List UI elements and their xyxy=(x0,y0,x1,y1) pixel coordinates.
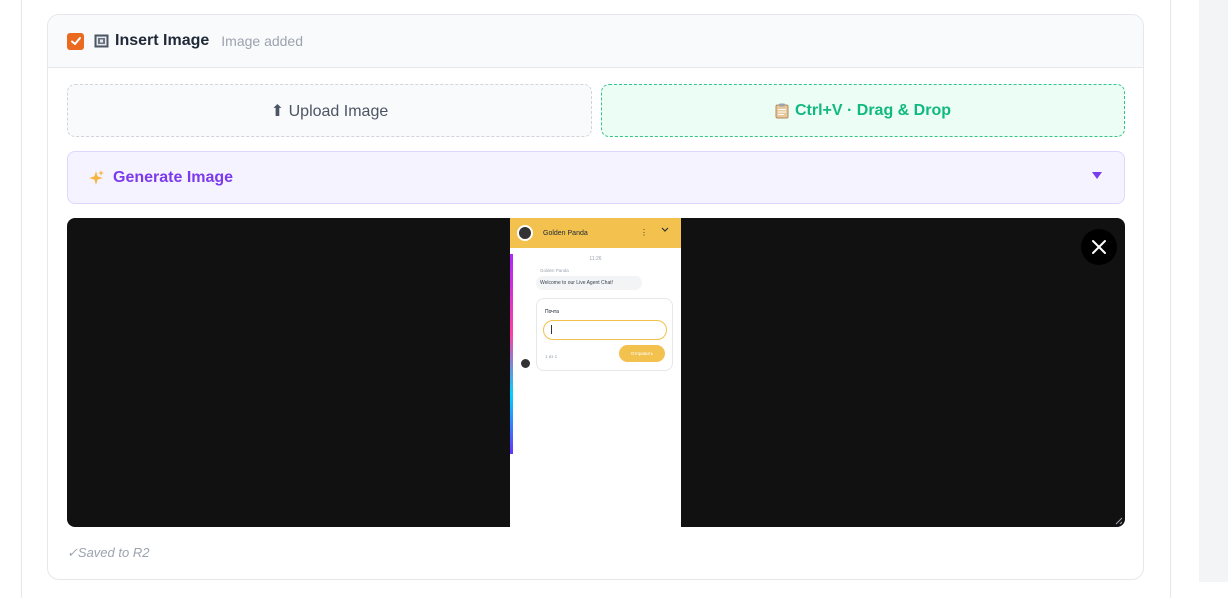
close-icon xyxy=(1092,240,1106,254)
chat-email-field xyxy=(543,320,667,340)
screenshot-edge-strip xyxy=(510,254,513,454)
caret-down-icon xyxy=(1092,172,1102,179)
right-sidebar-gutter xyxy=(1199,0,1228,582)
status-text: Image added xyxy=(221,33,303,49)
chat-avatar xyxy=(520,358,531,369)
image-preview: Golden Panda ⋮ 11:26 Golden Panda Welcom… xyxy=(67,218,1125,527)
remove-image-button[interactable] xyxy=(1081,229,1117,265)
card-header: Insert Image Image added xyxy=(48,15,1143,68)
image-frame-icon xyxy=(94,34,109,48)
chat-send-button: Отправить xyxy=(619,345,665,362)
more-icon: ⋮ xyxy=(640,228,648,237)
saved-status: ✓Saved to R2 xyxy=(67,545,150,560)
resize-handle-icon[interactable] xyxy=(1113,515,1123,525)
insert-image-checkbox[interactable] xyxy=(67,32,84,50)
upload-image-button[interactable]: ⬆ Upload Image xyxy=(67,84,592,137)
chat-send-label: Отправить xyxy=(630,351,654,356)
chat-brand-name: Golden Panda xyxy=(543,229,588,237)
generate-image-toggle[interactable]: Generate Image xyxy=(67,151,1125,204)
insert-image-card: Insert Image Image added ⬆ Upload Image … xyxy=(47,14,1144,580)
chat-step-count: 1 из 1 xyxy=(545,354,558,359)
chat-message-text: Welcome to our Live Agent Chat! xyxy=(540,280,614,286)
preview-screenshot: Golden Panda ⋮ 11:26 Golden Panda Welcom… xyxy=(510,218,681,527)
clipboard-icon xyxy=(775,103,789,119)
chevron-down-icon xyxy=(661,227,669,232)
chat-widget-header: Golden Panda ⋮ xyxy=(510,218,681,248)
upload-options-row: ⬆ Upload Image Ctrl+V · Drag & Drop xyxy=(67,84,1125,137)
generate-image-label: Generate Image xyxy=(113,168,234,186)
section-title: Insert Image xyxy=(115,32,210,49)
upload-label: ⬆ Upload Image xyxy=(270,102,389,120)
chat-form-label: Почта xyxy=(545,309,559,315)
text-cursor xyxy=(551,325,552,334)
chat-sender: Golden Panda xyxy=(540,268,569,273)
chat-form-card: Почта 1 из 1 Отправить xyxy=(536,298,673,371)
paste-drop-button[interactable]: Ctrl+V · Drag & Drop xyxy=(601,84,1125,137)
paste-drop-label: Ctrl+V · Drag & Drop xyxy=(794,101,951,119)
panda-logo-icon xyxy=(517,225,533,241)
checkmark-icon xyxy=(70,37,81,45)
chat-time: 11:26 xyxy=(589,256,602,262)
chat-message-bubble: Welcome to our Live Agent Chat! xyxy=(536,276,642,290)
sparkles-icon xyxy=(89,169,104,185)
